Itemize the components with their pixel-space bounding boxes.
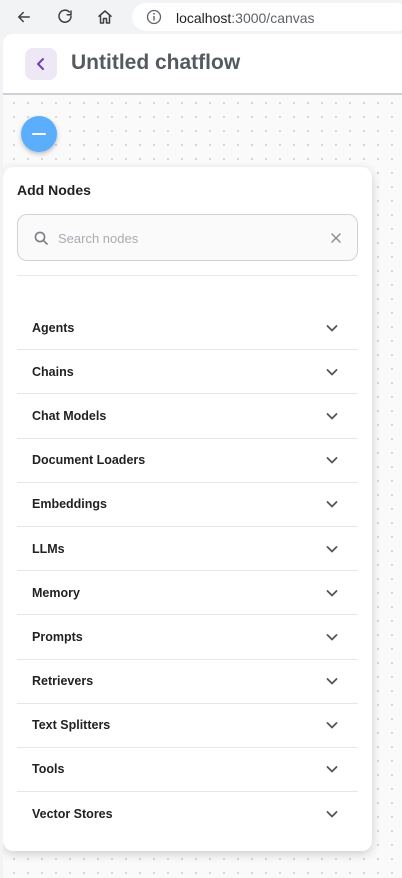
url-path: :3000/canvas bbox=[231, 10, 315, 26]
search-input[interactable] bbox=[58, 227, 318, 249]
node-category-label: Vector Stores bbox=[32, 807, 113, 822]
page-title: Untitled chatflow bbox=[71, 51, 241, 74]
chevron-down-icon[interactable] bbox=[325, 365, 339, 379]
chevron-down-icon[interactable] bbox=[325, 409, 339, 423]
address-bar[interactable]: localhost:3000/canvas bbox=[132, 3, 402, 31]
browser-back-button[interactable] bbox=[12, 5, 36, 29]
chevron-down-icon[interactable] bbox=[325, 807, 339, 821]
node-category-label: Prompts bbox=[32, 629, 83, 644]
node-category-chat-models[interactable]: Chat Models bbox=[17, 394, 358, 439]
node-category-embeddings[interactable]: Embeddings bbox=[17, 483, 358, 527]
node-category-list: Agents Chains Chat Models Document Loaders E… bbox=[17, 306, 358, 836]
node-category-memory[interactable]: Memory bbox=[17, 571, 358, 616]
node-category-label: Tools bbox=[32, 762, 65, 777]
minus-icon bbox=[32, 133, 46, 135]
node-category-label: Memory bbox=[32, 585, 80, 600]
node-category-chains[interactable]: Chains bbox=[17, 350, 358, 395]
close-icon[interactable] bbox=[329, 231, 343, 245]
browser-toolbar: localhost:3000/canvas bbox=[0, 0, 402, 34]
info-icon[interactable] bbox=[146, 9, 162, 25]
node-category-label: Chat Models bbox=[32, 408, 107, 423]
chevron-down-icon[interactable] bbox=[325, 453, 339, 467]
chevron-left-icon bbox=[37, 58, 44, 70]
home-icon bbox=[98, 10, 112, 24]
node-category-retrievers[interactable]: Retrievers bbox=[17, 660, 358, 704]
chatflow-header: Untitled chatflow bbox=[3, 34, 402, 95]
node-category-prompts[interactable]: Prompts bbox=[17, 615, 358, 660]
toggle-add-nodes-button[interactable] bbox=[21, 116, 57, 152]
browser-reload-button[interactable] bbox=[53, 5, 77, 29]
arrow-left-icon bbox=[18, 11, 30, 23]
canvas-area[interactable]: Untitled chatflow Add Nodes Agents Chains… bbox=[3, 34, 402, 878]
divider bbox=[17, 275, 358, 276]
node-category-label: Document Loaders bbox=[32, 453, 146, 468]
node-category-label: LLMs bbox=[32, 541, 65, 556]
panel-title: Add Nodes bbox=[17, 182, 91, 198]
search-box bbox=[17, 214, 358, 261]
browser-home-button[interactable] bbox=[93, 5, 117, 29]
node-category-llms[interactable]: LLMs bbox=[17, 527, 358, 572]
node-category-tools[interactable]: Tools bbox=[17, 748, 358, 793]
chevron-down-icon[interactable] bbox=[325, 542, 339, 556]
node-category-label: Text Splitters bbox=[32, 718, 111, 733]
node-category-agents[interactable]: Agents bbox=[17, 306, 358, 351]
chevron-down-icon[interactable] bbox=[325, 718, 339, 732]
search-icon bbox=[33, 230, 49, 246]
add-nodes-panel: Add Nodes Agents Chains Chat Models Documen… bbox=[3, 167, 372, 851]
chatflow-back-button[interactable] bbox=[25, 48, 57, 80]
chevron-down-icon[interactable] bbox=[325, 630, 339, 644]
node-category-label: Retrievers bbox=[32, 674, 94, 689]
chevron-down-icon[interactable] bbox=[325, 497, 339, 511]
node-category-vector-stores[interactable]: Vector Stores bbox=[17, 792, 358, 836]
url-host: localhost bbox=[176, 10, 232, 26]
node-category-document-loaders[interactable]: Document Loaders bbox=[17, 439, 358, 483]
node-category-text-splitters[interactable]: Text Splitters bbox=[17, 704, 358, 748]
chevron-down-icon[interactable] bbox=[325, 321, 339, 335]
node-category-label: Embeddings bbox=[32, 497, 108, 512]
chevron-down-icon[interactable] bbox=[325, 586, 339, 600]
reload-icon bbox=[58, 9, 72, 23]
url-text: localhost:3000/canvas bbox=[176, 10, 315, 26]
node-category-label: Agents bbox=[32, 320, 75, 335]
node-category-label: Chains bbox=[32, 364, 74, 379]
chevron-down-icon[interactable] bbox=[325, 762, 339, 776]
chevron-down-icon[interactable] bbox=[325, 674, 339, 688]
